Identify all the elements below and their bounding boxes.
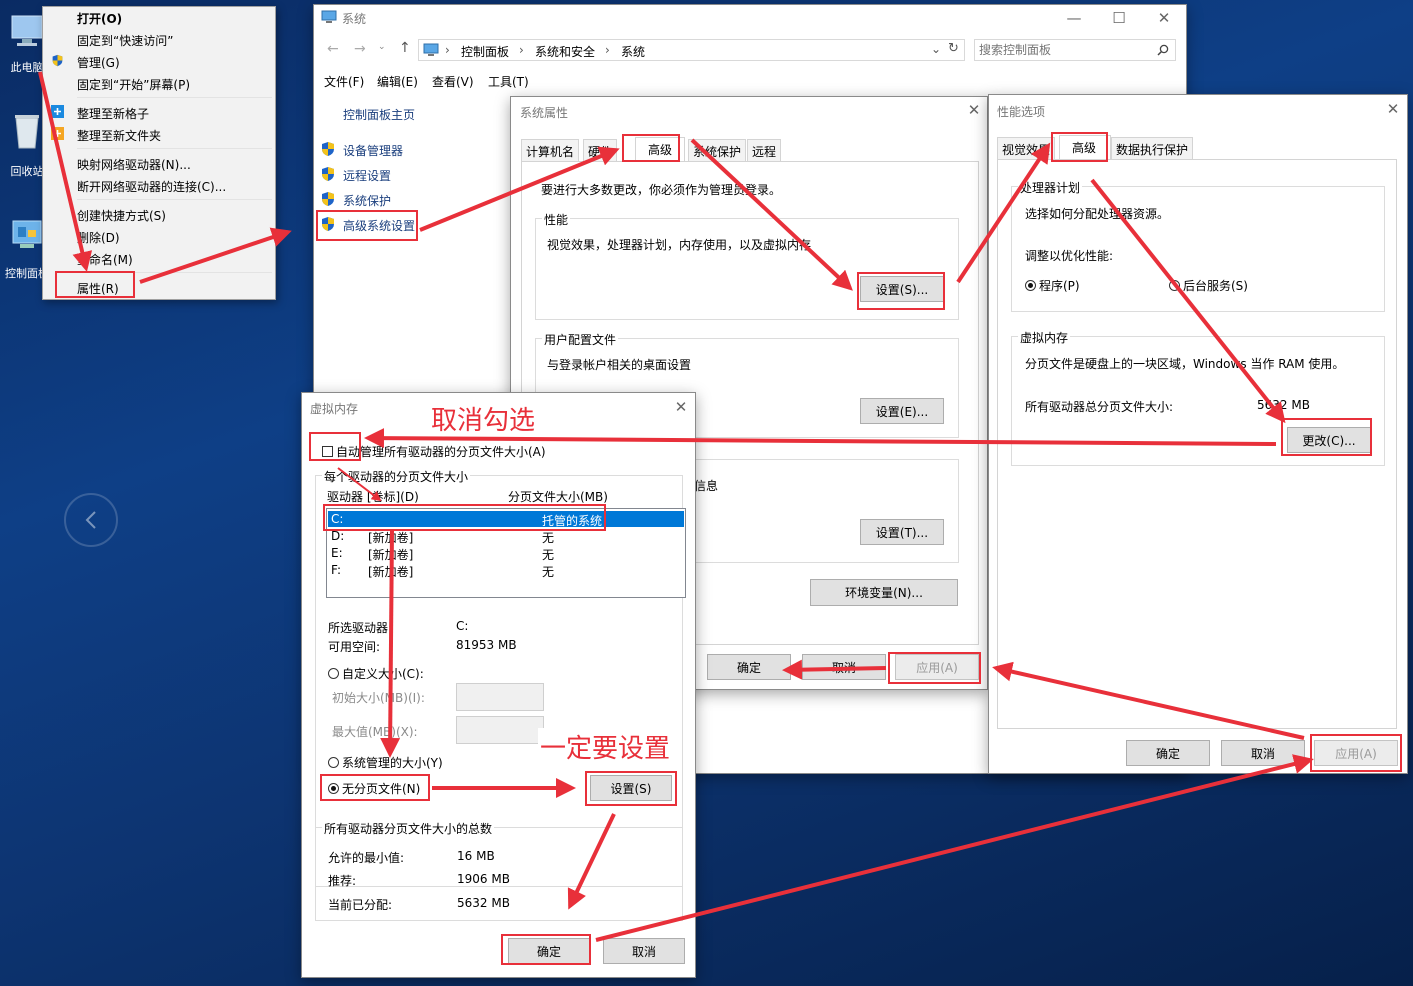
annotation-uncheck: 取消勾选 [431,406,536,436]
arrow-step [782,659,887,680]
arrow-step [139,227,292,284]
arrow-step [992,661,1305,740]
arrow-step [419,146,620,232]
annotation-arrows [38,71,1314,942]
arrow-step [567,813,616,910]
arrow-step [364,428,1277,449]
arrow-step [337,467,382,502]
arrow-step [1090,178,1286,424]
arrow-step [595,754,1314,942]
arrow-step [380,529,401,758]
annotation-must-set: 一定要设置 [538,728,673,765]
arrow-step [690,138,853,291]
arrow-step [38,71,93,272]
arrow-step [956,142,1051,284]
